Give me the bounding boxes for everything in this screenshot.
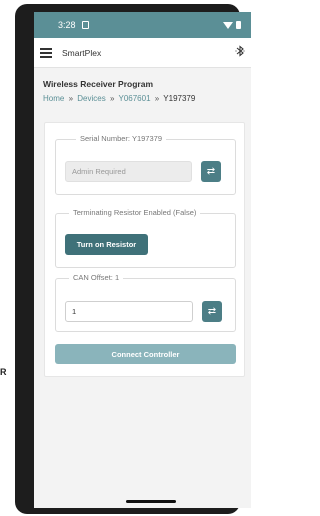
serial-number-placeholder: Admin Required [72, 167, 126, 176]
breadcrumb-separator: » [154, 94, 160, 103]
settings-card: Serial Number: Y197379 Admin Required ⇄ … [44, 122, 245, 377]
screen: 3:28 SmartPlex Wireless Receiver Program [34, 12, 251, 508]
serial-swap-button[interactable]: ⇄ [201, 161, 221, 182]
breadcrumb-home[interactable]: Home [43, 94, 64, 103]
can-offset-legend: CAN Offset: 1 [69, 273, 124, 282]
resistor-group: Terminating Resistor Enabled (False) Tur… [55, 208, 236, 268]
edge-letter: R [0, 367, 7, 377]
gesture-nav-bar[interactable] [126, 500, 176, 503]
phone-frame: 3:28 SmartPlex Wireless Receiver Program [15, 4, 251, 514]
serial-number-legend: Serial Number: Y197379 [76, 134, 166, 143]
serial-number-group: Serial Number: Y197379 Admin Required ⇄ [55, 134, 236, 195]
connect-controller-button[interactable]: Connect Controller [55, 344, 236, 364]
status-bar: 3:28 [34, 12, 251, 38]
swap-icon: ⇄ [207, 306, 217, 317]
can-offset-input[interactable]: 1 [65, 301, 193, 322]
page-header: Wireless Receiver Program Home » Devices… [34, 68, 251, 103]
breadcrumb-current: Y197379 [163, 94, 196, 103]
wifi-icon [223, 21, 233, 29]
breadcrumb: Home » Devices » Y067601 » Y197379 [43, 94, 242, 103]
swap-icon: ⇄ [206, 166, 216, 177]
page-title: Wireless Receiver Program [43, 79, 154, 89]
turn-on-resistor-button[interactable]: Turn on Resistor [65, 234, 148, 255]
app-bar: SmartPlex [34, 38, 251, 68]
app-title: SmartPlex [62, 47, 102, 58]
breadcrumb-separator: » [109, 94, 115, 103]
bluetooth-icon[interactable] [235, 45, 245, 60]
can-swap-button[interactable]: ⇄ [202, 301, 222, 322]
hamburger-menu-icon[interactable] [40, 47, 52, 58]
serial-number-field: Admin Required [65, 161, 192, 182]
breadcrumb-devices[interactable]: Devices [77, 94, 105, 103]
breadcrumb-parent[interactable]: Y067601 [118, 94, 150, 103]
sim-icon [81, 21, 89, 29]
can-offset-value: 1 [72, 307, 77, 316]
can-offset-group: CAN Offset: 1 1 ⇄ [55, 273, 236, 332]
status-time: 3:28 [58, 20, 76, 30]
resistor-legend: Terminating Resistor Enabled (False) [69, 208, 201, 217]
battery-icon [236, 21, 241, 29]
breadcrumb-separator: » [68, 94, 74, 103]
